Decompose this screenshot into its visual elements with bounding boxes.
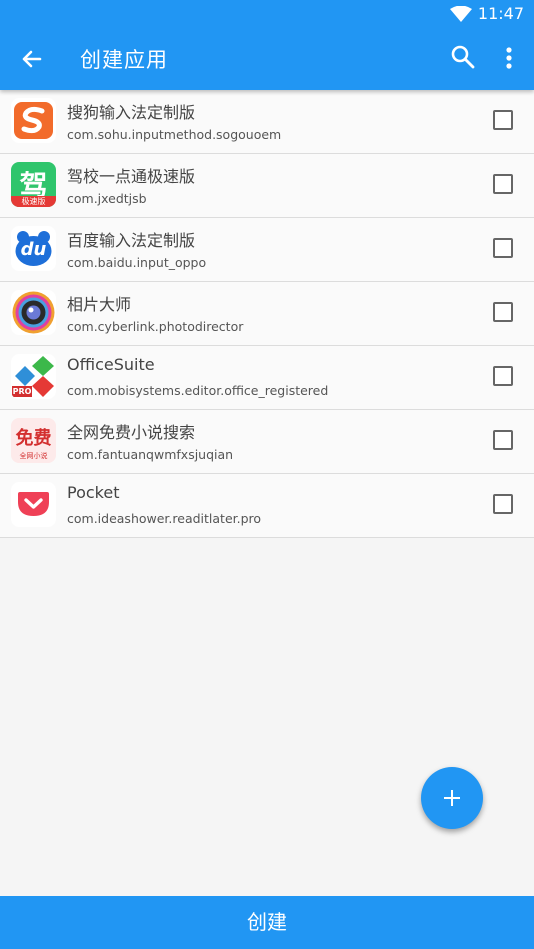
app-name: 相片大师 (67, 295, 132, 314)
office-icon-tag: PRO (12, 386, 32, 397)
app-row-pocket[interactable]: Pocket com.ideashower.readitlater.pro (0, 474, 534, 538)
app-package: com.baidu.input_oppo (67, 255, 207, 270)
app-name: 全网免费小说搜索 (67, 423, 196, 442)
photodirector-icon (11, 290, 56, 335)
app-row-sogou[interactable]: 搜狗输入法定制版 com.sohu.inputmethod.sogouoem (0, 90, 534, 154)
select-checkbox[interactable] (493, 366, 513, 386)
app-package: com.mobisystems.editor.office_registered (67, 383, 329, 398)
baidu-icon-text: du (20, 239, 47, 260)
sogou-icon (11, 98, 56, 143)
officesuite-icon: PRO (11, 354, 56, 399)
select-checkbox[interactable] (493, 430, 513, 450)
status-time: 11:47 (477, 4, 524, 23)
pocket-icon (11, 482, 56, 527)
select-checkbox[interactable] (493, 238, 513, 258)
app-package: com.fantuanqwmfxsjuqian (67, 447, 234, 462)
app-row-novel-search[interactable]: 免费 全网小说 全网免费小说搜索 com.fantuanqwmfxsjuqian (0, 410, 534, 474)
search-icon[interactable] (450, 44, 476, 70)
app-row-officesuite[interactable]: PRO OfficeSuite com.mobisystems.editor.o… (0, 346, 534, 410)
jiaxiao-icon-tag: 极速版 (21, 197, 46, 206)
app-package: com.sohu.inputmethod.sogouoem (67, 127, 282, 142)
app-row-jiaxiao[interactable]: 驾 极速版 驾校一点通极速版 com.jxedtjsb (0, 154, 534, 218)
select-checkbox[interactable] (493, 174, 513, 194)
novel-icon-text: 免费 (15, 428, 52, 449)
app-name: 百度输入法定制版 (67, 231, 196, 250)
app-name: Pocket (67, 483, 120, 502)
app-package: com.ideashower.readitlater.pro (67, 511, 262, 526)
status-bar: 11:47 (0, 0, 534, 28)
app-name: 搜狗输入法定制版 (67, 103, 196, 122)
more-options-icon[interactable] (496, 44, 522, 72)
jiaxiao-icon: 驾 极速版 (11, 162, 56, 207)
add-fab-button[interactable] (421, 767, 483, 829)
toolbar: 创建应用 (0, 28, 534, 90)
app-list: 搜狗输入法定制版 com.sohu.inputmethod.sogouoem 驾… (0, 90, 534, 538)
select-checkbox[interactable] (493, 494, 513, 514)
novel-search-icon: 免费 全网小说 (11, 418, 56, 463)
wifi-icon (450, 6, 472, 22)
select-checkbox[interactable] (493, 302, 513, 322)
page-title: 创建应用 (80, 48, 168, 72)
app-name: OfficeSuite (67, 355, 155, 374)
back-arrow-icon[interactable] (16, 44, 46, 74)
app-header: 11:47 创建应用 (0, 0, 534, 90)
app-package: com.cyberlink.photodirector (67, 319, 244, 334)
app-row-photodirector[interactable]: 相片大师 com.cyberlink.photodirector (0, 282, 534, 346)
app-package: com.jxedtjsb (67, 191, 147, 206)
app-name: 驾校一点通极速版 (67, 167, 196, 186)
select-checkbox[interactable] (493, 110, 513, 130)
baidu-input-icon: du (11, 226, 56, 271)
novel-icon-tag: 全网小说 (19, 452, 48, 460)
create-button[interactable]: 创建 (0, 896, 534, 949)
app-row-baidu-input[interactable]: du 百度输入法定制版 com.baidu.input_oppo (0, 218, 534, 282)
